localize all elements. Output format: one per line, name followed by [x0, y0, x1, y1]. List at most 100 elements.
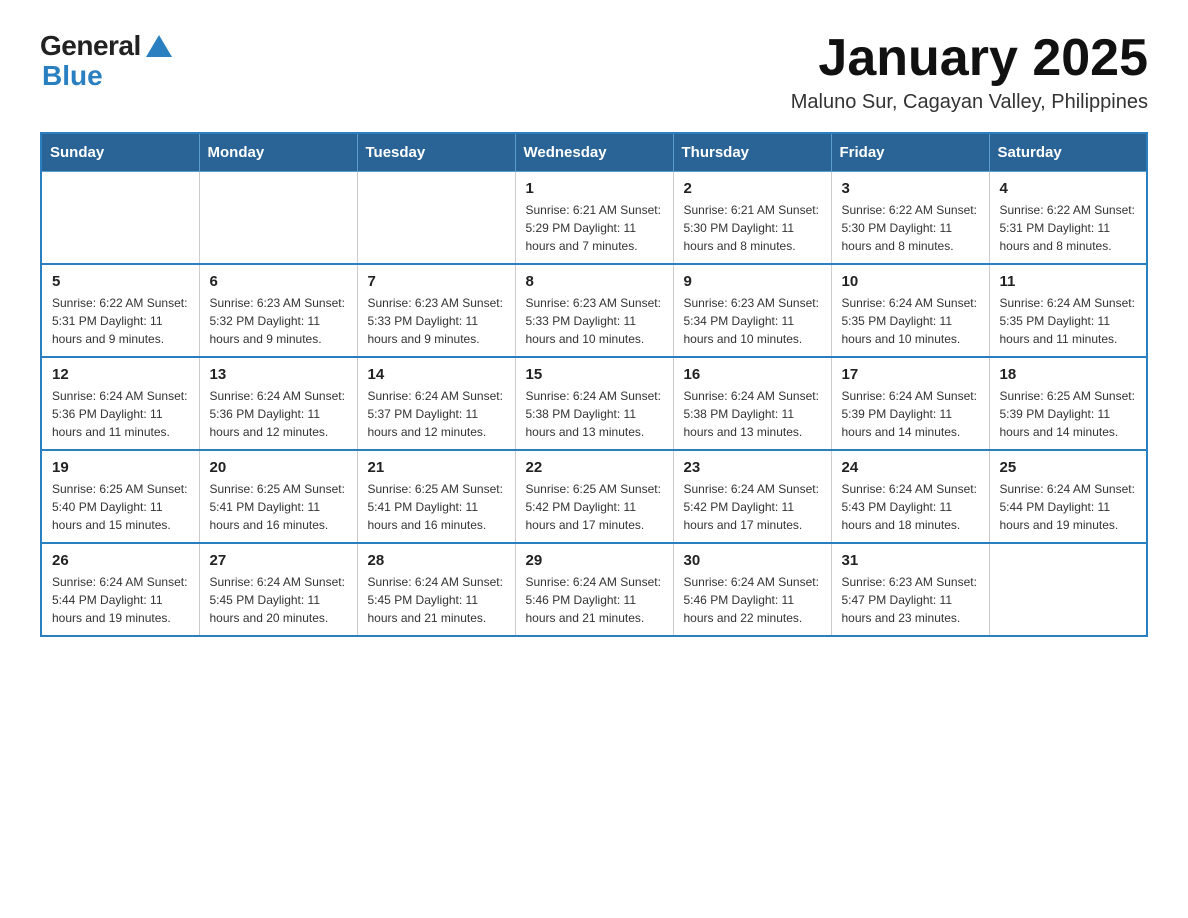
calendar-cell: 6 Sunrise: 6:23 AM Sunset: 5:32 PM Daylig…	[199, 264, 357, 357]
day-info: Sunrise: 6:24 AM Sunset: 5:36 PM Dayligh…	[210, 387, 347, 441]
day-number: 1	[526, 180, 663, 197]
day-info: Sunrise: 6:24 AM Sunset: 5:46 PM Dayligh…	[684, 573, 821, 627]
header: General Blue January 2025 Maluno Sur, Ca…	[40, 30, 1148, 114]
day-number: 3	[842, 180, 979, 197]
day-info: Sunrise: 6:23 AM Sunset: 5:47 PM Dayligh…	[842, 573, 979, 627]
logo-triangle-icon	[146, 35, 172, 62]
day-number: 29	[526, 552, 663, 569]
day-number: 23	[684, 459, 821, 476]
calendar-cell: 16 Sunrise: 6:24 AM Sunset: 5:38 PM Dayli…	[673, 357, 831, 450]
day-number: 24	[842, 459, 979, 476]
day-info: Sunrise: 6:25 AM Sunset: 5:41 PM Dayligh…	[210, 480, 347, 534]
day-info: Sunrise: 6:25 AM Sunset: 5:42 PM Dayligh…	[526, 480, 663, 534]
calendar-cell: 29 Sunrise: 6:24 AM Sunset: 5:46 PM Dayli…	[515, 543, 673, 636]
day-number: 8	[526, 273, 663, 290]
calendar-cell: 21Sunrise: 6:25 AM Sunset: 5:41 PM Dayli…	[357, 450, 515, 543]
day-number: 17	[842, 366, 979, 383]
main-title: January 2025	[791, 30, 1148, 87]
day-number: 30	[684, 552, 821, 569]
calendar-body: 1Sunrise: 6:21 AM Sunset: 5:29 PM Daylig…	[41, 172, 1147, 637]
logo-general-text: General	[40, 30, 141, 62]
day-info: Sunrise: 6:25 AM Sunset: 5:40 PM Dayligh…	[52, 480, 189, 534]
day-info: Sunrise: 6:25 AM Sunset: 5:39 PM Dayligh…	[1000, 387, 1137, 441]
logo-blue-text: Blue	[42, 62, 175, 90]
day-number: 28	[368, 552, 505, 569]
day-number: 22	[526, 459, 663, 476]
logo: General Blue	[40, 30, 175, 90]
calendar-cell	[199, 172, 357, 265]
calendar-cell: 7 Sunrise: 6:23 AM Sunset: 5:33 PM Daylig…	[357, 264, 515, 357]
day-info: Sunrise: 6:24 AM Sunset: 5:38 PM Dayligh…	[684, 387, 821, 441]
day-info: Sunrise: 6:24 AM Sunset: 5:46 PM Dayligh…	[526, 573, 663, 627]
day-info: Sunrise: 6:24 AM Sunset: 5:37 PM Dayligh…	[368, 387, 505, 441]
day-info: Sunrise: 6:22 AM Sunset: 5:31 PM Dayligh…	[52, 294, 189, 348]
calendar-cell: 11 Sunrise: 6:24 AM Sunset: 5:35 PM Dayli…	[989, 264, 1147, 357]
calendar-cell: 18Sunrise: 6:25 AM Sunset: 5:39 PM Dayli…	[989, 357, 1147, 450]
day-of-week-header: Tuesday	[357, 133, 515, 172]
calendar-cell: 22 Sunrise: 6:25 AM Sunset: 5:42 PM Dayli…	[515, 450, 673, 543]
calendar-cell: 15 Sunrise: 6:24 AM Sunset: 5:38 PM Dayli…	[515, 357, 673, 450]
calendar-cell: 24 Sunrise: 6:24 AM Sunset: 5:43 PM Dayli…	[831, 450, 989, 543]
calendar-week-row: 1Sunrise: 6:21 AM Sunset: 5:29 PM Daylig…	[41, 172, 1147, 265]
calendar-cell	[357, 172, 515, 265]
day-info: Sunrise: 6:22 AM Sunset: 5:30 PM Dayligh…	[842, 201, 979, 255]
calendar-header: SundayMondayTuesdayWednesdayThursdayFrid…	[41, 133, 1147, 172]
day-number: 31	[842, 552, 979, 569]
calendar-cell: 23 Sunrise: 6:24 AM Sunset: 5:42 PM Dayli…	[673, 450, 831, 543]
day-number: 6	[210, 273, 347, 290]
day-info: Sunrise: 6:24 AM Sunset: 5:38 PM Dayligh…	[526, 387, 663, 441]
day-number: 15	[526, 366, 663, 383]
day-info: Sunrise: 6:24 AM Sunset: 5:35 PM Dayligh…	[842, 294, 979, 348]
day-number: 5	[52, 273, 189, 290]
day-number: 2	[684, 180, 821, 197]
day-info: Sunrise: 6:24 AM Sunset: 5:45 PM Dayligh…	[368, 573, 505, 627]
calendar-cell: 30 Sunrise: 6:24 AM Sunset: 5:46 PM Dayli…	[673, 543, 831, 636]
calendar-cell: 8 Sunrise: 6:23 AM Sunset: 5:33 PM Daylig…	[515, 264, 673, 357]
day-info: Sunrise: 6:24 AM Sunset: 5:36 PM Dayligh…	[52, 387, 189, 441]
day-info: Sunrise: 6:23 AM Sunset: 5:33 PM Dayligh…	[368, 294, 505, 348]
day-info: Sunrise: 6:23 AM Sunset: 5:34 PM Dayligh…	[684, 294, 821, 348]
calendar-cell: 3 Sunrise: 6:22 AM Sunset: 5:30 PM Daylig…	[831, 172, 989, 265]
day-info: Sunrise: 6:24 AM Sunset: 5:35 PM Dayligh…	[1000, 294, 1137, 348]
day-number: 14	[368, 366, 505, 383]
day-info: Sunrise: 6:24 AM Sunset: 5:43 PM Dayligh…	[842, 480, 979, 534]
calendar-cell: 9 Sunrise: 6:23 AM Sunset: 5:34 PM Daylig…	[673, 264, 831, 357]
day-info: Sunrise: 6:23 AM Sunset: 5:32 PM Dayligh…	[210, 294, 347, 348]
day-number: 26	[52, 552, 189, 569]
day-number: 13	[210, 366, 347, 383]
calendar-cell: 2Sunrise: 6:21 AM Sunset: 5:30 PM Daylig…	[673, 172, 831, 265]
calendar-cell: 28 Sunrise: 6:24 AM Sunset: 5:45 PM Dayli…	[357, 543, 515, 636]
calendar-table: SundayMondayTuesdayWednesdayThursdayFrid…	[40, 132, 1148, 637]
day-number: 11	[1000, 273, 1137, 290]
calendar-cell: 19Sunrise: 6:25 AM Sunset: 5:40 PM Dayli…	[41, 450, 199, 543]
calendar-cell: 10 Sunrise: 6:24 AM Sunset: 5:35 PM Dayli…	[831, 264, 989, 357]
days-of-week-row: SundayMondayTuesdayWednesdayThursdayFrid…	[41, 133, 1147, 172]
day-of-week-header: Saturday	[989, 133, 1147, 172]
day-info: Sunrise: 6:24 AM Sunset: 5:39 PM Dayligh…	[842, 387, 979, 441]
title-block: January 2025 Maluno Sur, Cagayan Valley,…	[791, 30, 1148, 114]
day-number: 12	[52, 366, 189, 383]
calendar-cell: 17 Sunrise: 6:24 AM Sunset: 5:39 PM Dayli…	[831, 357, 989, 450]
day-number: 21	[368, 459, 505, 476]
day-number: 7	[368, 273, 505, 290]
day-info: Sunrise: 6:24 AM Sunset: 5:42 PM Dayligh…	[684, 480, 821, 534]
day-info: Sunrise: 6:24 AM Sunset: 5:45 PM Dayligh…	[210, 573, 347, 627]
day-info: Sunrise: 6:23 AM Sunset: 5:33 PM Dayligh…	[526, 294, 663, 348]
day-of-week-header: Friday	[831, 133, 989, 172]
subtitle: Maluno Sur, Cagayan Valley, Philippines	[791, 91, 1148, 114]
calendar-cell: 1Sunrise: 6:21 AM Sunset: 5:29 PM Daylig…	[515, 172, 673, 265]
day-number: 20	[210, 459, 347, 476]
day-of-week-header: Monday	[199, 133, 357, 172]
day-of-week-header: Sunday	[41, 133, 199, 172]
calendar-cell: 27Sunrise: 6:24 AM Sunset: 5:45 PM Dayli…	[199, 543, 357, 636]
day-info: Sunrise: 6:22 AM Sunset: 5:31 PM Dayligh…	[1000, 201, 1137, 255]
calendar-cell: 14 Sunrise: 6:24 AM Sunset: 5:37 PM Dayli…	[357, 357, 515, 450]
day-number: 16	[684, 366, 821, 383]
calendar-week-row: 12 Sunrise: 6:24 AM Sunset: 5:36 PM Dayli…	[41, 357, 1147, 450]
day-of-week-header: Wednesday	[515, 133, 673, 172]
day-number: 10	[842, 273, 979, 290]
calendar-cell: 31 Sunrise: 6:23 AM Sunset: 5:47 PM Dayli…	[831, 543, 989, 636]
day-number: 25	[1000, 459, 1137, 476]
calendar-cell: 26Sunrise: 6:24 AM Sunset: 5:44 PM Dayli…	[41, 543, 199, 636]
day-number: 9	[684, 273, 821, 290]
